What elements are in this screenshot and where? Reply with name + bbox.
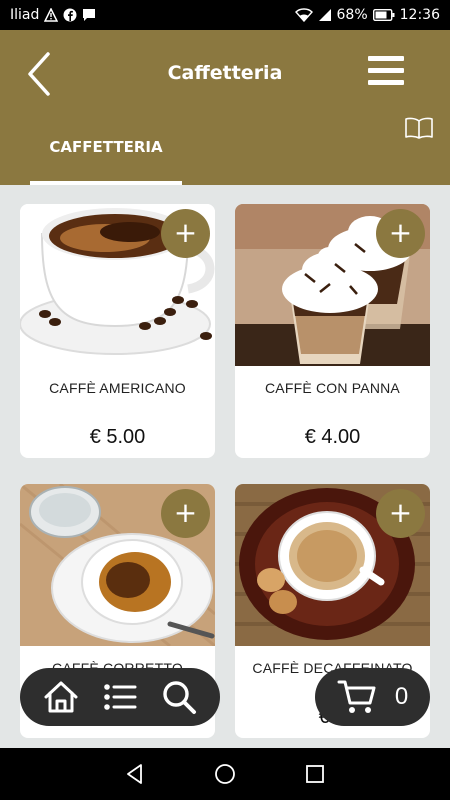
list-icon[interactable] — [101, 678, 139, 716]
status-left: Iliad — [10, 7, 96, 23]
product-price: € 4.00 — [304, 426, 361, 448]
status-right: 68% 12:36 — [294, 7, 440, 23]
add-to-cart-button[interactable]: + — [376, 209, 425, 258]
bottom-nav — [20, 668, 220, 726]
cart-count: 0 — [394, 683, 409, 710]
app-header: Caffetteria CAFFETTERIA — [0, 30, 450, 185]
menu-bar — [368, 68, 404, 73]
product-card-con-panna[interactable]: + CAFFÈ CON PANNA € 4.00 — [235, 204, 430, 458]
open-book-icon — [405, 117, 433, 139]
add-to-cart-button[interactable]: + — [161, 209, 210, 258]
signal-icon — [318, 9, 331, 21]
clock: 12:36 — [399, 7, 440, 23]
home-icon[interactable] — [42, 678, 80, 716]
warning-icon — [44, 8, 59, 22]
add-to-cart-button[interactable]: + — [376, 489, 425, 538]
menu-book-button[interactable] — [404, 116, 434, 140]
tab-label: CAFFETTERIA — [49, 138, 163, 156]
product-price: € 5.00 — [89, 426, 146, 448]
product-card-americano[interactable]: + CAFFÈ AMERICANO € 5.00 — [20, 204, 215, 458]
cart-icon — [337, 680, 376, 713]
facebook-icon — [63, 8, 77, 22]
battery-percent: 68% — [336, 7, 368, 23]
wifi-icon — [294, 8, 313, 22]
status-bar: Iliad 68% 12:36 — [0, 0, 450, 30]
add-to-cart-button[interactable]: + — [161, 489, 210, 538]
carrier-name: Iliad — [10, 7, 40, 23]
menu-button[interactable] — [368, 56, 404, 90]
product-name: CAFFÈ AMERICANO — [49, 380, 186, 396]
product-name: CAFFÈ CON PANNA — [265, 380, 400, 396]
system-nav-bar — [0, 748, 450, 800]
product-grid: + CAFFÈ AMERICANO € 5.00 + CAFFÈ CON PAN… — [0, 185, 450, 748]
hamburger-menu-icon — [368, 56, 404, 61]
cart-button[interactable]: 0 — [315, 668, 430, 726]
search-icon[interactable] — [160, 678, 198, 716]
back-triangle-icon[interactable] — [123, 762, 147, 786]
tab-caffetteria[interactable]: CAFFETTERIA — [30, 126, 182, 185]
menu-bar — [368, 80, 404, 85]
message-icon — [83, 9, 96, 21]
recents-square-icon[interactable] — [303, 762, 327, 786]
battery-icon — [372, 9, 395, 21]
home-circle-icon[interactable] — [213, 762, 237, 786]
